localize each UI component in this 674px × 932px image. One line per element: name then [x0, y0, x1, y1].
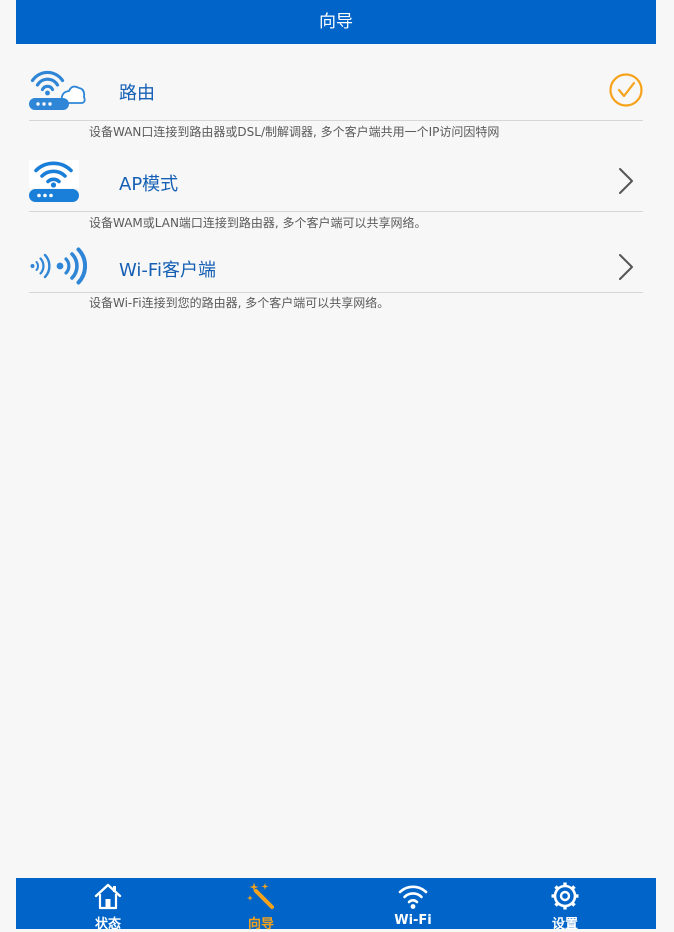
- chevron-right-icon[interactable]: [617, 253, 635, 281]
- mode-description-router: 设备WAN口连接到路由器或DSL/制解调器, 多个客户端共用一个IP访问因特网: [89, 125, 500, 139]
- tab-label: Wi-Fi: [394, 913, 432, 928]
- gear-icon: [551, 882, 579, 910]
- page-title: 向导: [16, 0, 656, 44]
- mode-label-ap: AP模式: [119, 174, 179, 195]
- tab-wizard[interactable]: 向导: [181, 878, 341, 932]
- mode-label-wifi-client: Wi-Fi客户端: [119, 260, 216, 281]
- app-frame: 向导 路由 设备WAN口连接到路由器或DSL/制解调器, 多个客户端共用一个IP…: [16, 0, 656, 932]
- tab-label: 设置: [551, 917, 578, 932]
- bottom-tab-bar: 状态 向导 Wi-Fi 设置: [16, 878, 656, 932]
- wireless-signal-icon: [30, 247, 87, 285]
- tab-settings[interactable]: 设置: [485, 878, 645, 932]
- magic-wand-icon: [247, 882, 274, 909]
- divider: [29, 120, 643, 121]
- router-cloud-wifi-icon: [29, 70, 86, 110]
- divider: [29, 211, 643, 212]
- mode-description-wifi-client: 设备Wi-Fi连接到您的路由器, 多个客户端可以共享网络。: [89, 296, 390, 310]
- mode-option-wifi-client[interactable]: Wi-Fi客户端 设备Wi-Fi连接到您的路由器, 多个客户端可以共享网络。: [29, 240, 643, 315]
- chevron-right-icon[interactable]: [617, 167, 635, 195]
- home-icon: [94, 883, 122, 910]
- divider: [29, 292, 643, 293]
- mode-option-router[interactable]: 路由 设备WAN口连接到路由器或DSL/制解调器, 多个客户端共用一个IP访问因…: [29, 60, 643, 141]
- mode-label-router: 路由: [119, 83, 155, 104]
- mode-description-ap: 设备WAM或LAN端口连接到路由器, 多个客户端可以共享网络。: [89, 216, 427, 230]
- wifi-icon: [398, 885, 428, 909]
- tab-label: 状态: [94, 917, 121, 932]
- check-circle-icon[interactable]: [609, 73, 643, 107]
- tab-wifi[interactable]: Wi-Fi: [333, 878, 493, 929]
- access-point-wifi-icon: [29, 160, 79, 202]
- tab-status[interactable]: 状态: [28, 878, 188, 932]
- mode-option-ap[interactable]: AP模式 设备WAM或LAN端口连接到路由器, 多个客户端可以共享网络。: [29, 150, 643, 231]
- tab-label: 向导: [247, 917, 274, 932]
